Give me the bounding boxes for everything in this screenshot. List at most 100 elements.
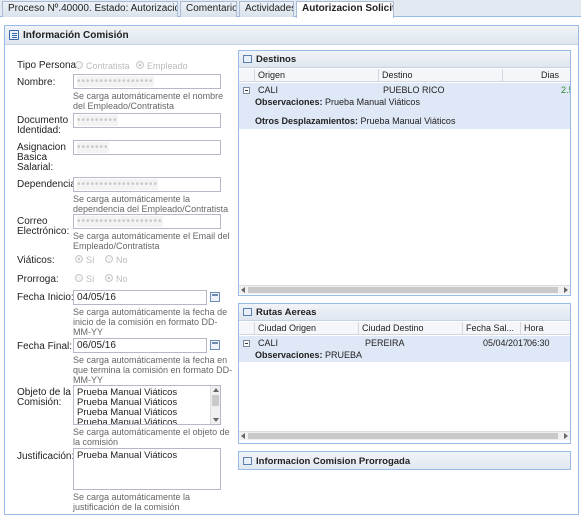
- objeto-scrollbar[interactable]: [210, 386, 220, 424]
- fecha-final-label: Fecha Final:: [17, 341, 73, 352]
- scroll-thumb[interactable]: [248, 287, 558, 293]
- radio-contratista[interactable]: [75, 61, 83, 69]
- calendar-icon[interactable]: [210, 292, 220, 302]
- comision-prorrogada-header[interactable]: Informacion Comision Prorrogada: [239, 452, 570, 469]
- cell-ciudad-destino: PEREIRA: [365, 338, 405, 348]
- grid-icon: [243, 55, 252, 63]
- objeto-help: Se carga automáticamente el objeto de la…: [73, 427, 230, 447]
- dependencia-label: Dependencia:: [17, 179, 79, 190]
- scroll-thumb[interactable]: [212, 395, 219, 406]
- destinos-grid-header: Origen Destino Dias: [239, 69, 570, 82]
- fecha-final-field[interactable]: 06/05/16: [73, 338, 207, 353]
- rutas-aereas-panel: Rutas Aereas Ciudad Origen Ciudad Destin…: [238, 303, 571, 444]
- collapse-icon[interactable]: [243, 87, 250, 94]
- comision-prorrogada-panel[interactable]: Informacion Comision Prorrogada: [238, 451, 571, 470]
- radio-prorroga-si[interactable]: [75, 274, 83, 282]
- scroll-right-icon[interactable]: [564, 433, 568, 439]
- observaciones-value: Prueba Manual Viáticos: [325, 97, 420, 107]
- asignacion-value: •••••••: [77, 142, 109, 153]
- destinos-otros-desplazamientos: Otros Desplazamientos: Prueba Manual Viá…: [255, 116, 455, 127]
- scroll-left-icon[interactable]: [241, 287, 245, 293]
- dependencia-help: Se carga automáticamente la dependencia …: [73, 194, 229, 214]
- panel-title: Información Comisión: [23, 30, 129, 41]
- radio-empleado-label: Empleado: [147, 61, 188, 71]
- documento-label-2: Identidad:: [17, 125, 61, 136]
- expander-column: [239, 69, 255, 82]
- objeto-label-2: Comisión:: [17, 397, 62, 408]
- cell-origen: CALI: [258, 85, 279, 95]
- radio-viaticos-no-label: No: [116, 255, 128, 265]
- rutas-hscrollbar[interactable]: [239, 431, 570, 440]
- radio-empleado[interactable]: [136, 61, 144, 69]
- observaciones-label: Observaciones:: [255, 350, 323, 360]
- correo-label-2: Electrónico:: [17, 226, 70, 237]
- prorroga-label: Prorroga:: [17, 274, 59, 285]
- tab-comentarios[interactable]: Comentarios: [180, 1, 237, 17]
- cell-hora: 06:30: [527, 338, 550, 348]
- scroll-right-icon[interactable]: [564, 287, 568, 293]
- nombre-field[interactable]: •••••••••••••••••: [73, 74, 221, 89]
- nombre-help: Se carga automáticamente el nombre del E…: [73, 91, 224, 111]
- correo-field[interactable]: •••••••••••••••••••: [73, 214, 221, 229]
- column-origen[interactable]: Origen: [255, 69, 379, 82]
- scroll-down-icon[interactable]: [213, 418, 219, 422]
- panel-header: Información Comisión: [5, 26, 578, 45]
- column-dias[interactable]: Dias: [503, 69, 570, 82]
- destinos-observaciones: Observaciones: Prueba Manual Viáticos: [255, 97, 420, 108]
- justificacion-textarea[interactable]: Prueba Manual Viáticos: [73, 448, 221, 490]
- fecha-final-help: Se carga automáticamente la fecha en que…: [73, 355, 233, 385]
- radio-viaticos-si-label: Sí: [86, 255, 95, 265]
- cell-ciudad-origen: CALI: [258, 338, 279, 348]
- column-ciudad-origen[interactable]: Ciudad Origen: [255, 322, 359, 335]
- objeto-textarea[interactable]: Prueba Manual Viáticos Prueba Manual Viá…: [73, 385, 221, 425]
- calendar-icon[interactable]: [210, 340, 220, 350]
- scroll-thumb[interactable]: [248, 433, 558, 439]
- form-icon: [9, 30, 19, 40]
- radio-contratista-label: Contratista: [86, 61, 130, 71]
- column-hora[interactable]: Hora: [521, 322, 570, 335]
- radio-viaticos-si[interactable]: [75, 255, 83, 263]
- column-destino[interactable]: Destino: [379, 69, 503, 82]
- otros-desplazamientos-label: Otros Desplazamientos:: [255, 116, 359, 126]
- radio-viaticos-no[interactable]: [105, 255, 113, 263]
- tipo-persona-label: Tipo Persona:: [17, 60, 79, 71]
- viaticos-label: Viáticos:: [17, 255, 55, 266]
- column-fecha-salida[interactable]: Fecha Sal...: [463, 322, 521, 335]
- dependencia-field[interactable]: ••••••••••••••••••: [73, 177, 221, 192]
- destinos-hscrollbar[interactable]: [239, 285, 570, 294]
- scroll-up-icon[interactable]: [213, 388, 219, 392]
- rutas-observaciones: Observaciones: PRUEBA: [255, 350, 362, 361]
- justificacion-help: Se carga automáticamente la justificació…: [73, 492, 191, 512]
- documento-field[interactable]: •••••••••: [73, 113, 221, 128]
- nombre-value: •••••••••••••••••: [77, 76, 154, 87]
- tab-actividades[interactable]: Actividades: [239, 1, 294, 17]
- fecha-inicio-help: Se carga automáticamente la fecha de ini…: [73, 307, 228, 337]
- tab-bar: Proceso Nº.40000. Estado: Autorizacion S…: [0, 0, 581, 18]
- observaciones-label: Observaciones:: [255, 97, 323, 107]
- scroll-left-icon[interactable]: [241, 433, 245, 439]
- fecha-inicio-field[interactable]: 04/05/16: [73, 290, 207, 305]
- justificacion-value: Prueba Manual Viáticos: [77, 450, 178, 461]
- documento-value: •••••••••: [77, 115, 118, 126]
- column-ciudad-destino[interactable]: Ciudad Destino: [359, 322, 463, 335]
- rutas-aereas-header: Rutas Aereas: [239, 304, 570, 321]
- destinos-title: Destinos: [256, 54, 297, 65]
- collapse-icon[interactable]: [243, 340, 250, 347]
- correo-help: Se carga automáticamente el Email del Em…: [73, 231, 230, 251]
- informacion-comision-panel: Información Comisión Tipo Persona: Contr…: [4, 25, 579, 515]
- rutas-aereas-title: Rutas Aereas: [256, 307, 317, 318]
- cell-destino: PUEBLO RICO: [383, 85, 445, 95]
- tab-proceso[interactable]: Proceso Nº.40000. Estado: Autorizacion S…: [2, 1, 178, 17]
- nombre-label: Nombre:: [17, 77, 56, 88]
- table-row[interactable]: CALI PUEBLO RICO 2.5 Observaciones: Prue…: [239, 83, 570, 129]
- asignacion-label-3: Salarial:: [17, 162, 54, 173]
- tab-autorizacion-solicitud[interactable]: Autorizacion Solicitud: [296, 1, 394, 18]
- radio-prorroga-si-label: Sí: [86, 274, 95, 284]
- table-row[interactable]: CALI PEREIRA 05/04/2017 06:30 Observacio…: [239, 336, 570, 362]
- radio-prorroga-no[interactable]: [105, 274, 113, 282]
- asignacion-field[interactable]: •••••••: [73, 140, 221, 155]
- justificacion-label: Justificación:: [17, 451, 75, 462]
- comision-prorrogada-title: Informacion Comision Prorrogada: [256, 456, 411, 467]
- cell-dias: 2.5: [561, 85, 570, 95]
- fecha-inicio-label: Fecha Inicio:: [17, 292, 74, 303]
